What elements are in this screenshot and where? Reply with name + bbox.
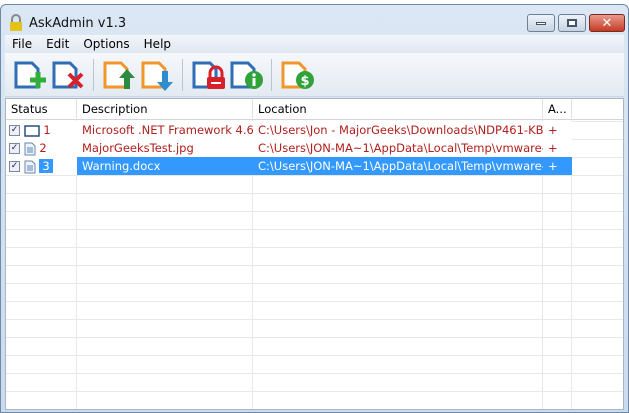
row-description: Microsoft .NET Framework 4.6....: [82, 123, 253, 137]
row-location: C:\Users\Jon - MajorGeeks\Downloads\NDP4…: [258, 123, 543, 137]
row-checkbox[interactable]: ✓: [9, 125, 20, 136]
column-header-location[interactable]: Location: [253, 99, 543, 120]
row-number: 1: [43, 123, 51, 137]
remove-file-button[interactable]: [49, 56, 87, 94]
column-header-status[interactable]: Status: [6, 99, 77, 120]
row-number: 2: [39, 141, 47, 155]
row-description: MajorGeeksTest.jpg: [82, 141, 194, 155]
minimize-button[interactable]: [527, 14, 555, 32]
menu-bar: File Edit Options Help: [5, 35, 624, 53]
column-header-a[interactable]: A...: [543, 99, 572, 120]
file-x-icon: [52, 61, 84, 88]
file-info-icon: [230, 61, 263, 89]
add-file-button[interactable]: [11, 56, 49, 94]
menu-edit[interactable]: Edit: [39, 37, 76, 51]
row-checkbox[interactable]: ✓: [9, 143, 20, 154]
row-a: +: [548, 159, 558, 173]
maximize-button[interactable]: [558, 14, 586, 32]
padlock-icon: [10, 14, 22, 31]
row-description: Warning.docx: [82, 159, 161, 173]
close-icon: ✕: [601, 15, 613, 31]
menu-file[interactable]: File: [5, 37, 39, 51]
menu-help[interactable]: Help: [137, 37, 178, 51]
row-number: 3: [39, 159, 53, 173]
table-header: Status Description Location A...: [6, 99, 623, 120]
items-table: Status Description Location A... ✓ 1 Mic…: [5, 98, 624, 410]
lock-button[interactable]: [189, 56, 227, 94]
column-header-description[interactable]: Description: [77, 99, 253, 120]
donate-button[interactable]: $: [278, 56, 316, 94]
info-button[interactable]: [227, 56, 265, 94]
file-plus-icon: [14, 61, 46, 88]
svg-text:$: $: [300, 74, 309, 89]
file-lock-icon: [192, 61, 225, 89]
menu-options[interactable]: Options: [76, 37, 136, 51]
close-button[interactable]: ✕: [589, 14, 625, 32]
file-up-icon: [103, 61, 135, 89]
toolbar-separator: [182, 58, 183, 91]
row-checkbox[interactable]: ✓: [9, 161, 20, 172]
toolbar: $: [5, 53, 624, 97]
row-location: C:\Users\JON-MA~1\AppData\Local\Temp\vmw…: [258, 141, 543, 155]
document-icon: [24, 160, 36, 173]
row-location: C:\Users\JON-MA~1\AppData\Local\Temp\vmw…: [258, 159, 543, 173]
import-button[interactable]: [100, 56, 138, 94]
window-title: AskAdmin v1.3: [29, 15, 127, 31]
toolbar-separator: [93, 58, 94, 91]
table-row[interactable]: ✓ 1 Microsoft .NET Framework 4.6.... C:\…: [6, 121, 572, 139]
file-dollar-icon: $: [281, 61, 314, 89]
table-row[interactable]: ✓ 3 Warning.docx C:\Users\JON-MA~1\AppDa…: [6, 157, 572, 175]
row-a: +: [548, 141, 558, 155]
row-a: +: [548, 123, 558, 137]
export-button[interactable]: [138, 56, 176, 94]
table-row[interactable]: ✓ 2 MajorGeeksTest.jpg C:\Users\JON-MA~1…: [6, 139, 572, 157]
toolbar-separator: [271, 58, 272, 91]
file-down-icon: [141, 61, 173, 91]
title-bar: AskAdmin v1.3: [9, 13, 126, 33]
app-window: AskAdmin v1.3 ✕ File Edit Options Help $…: [0, 4, 629, 413]
window-icon: [23, 124, 40, 137]
document-icon: [24, 142, 36, 155]
